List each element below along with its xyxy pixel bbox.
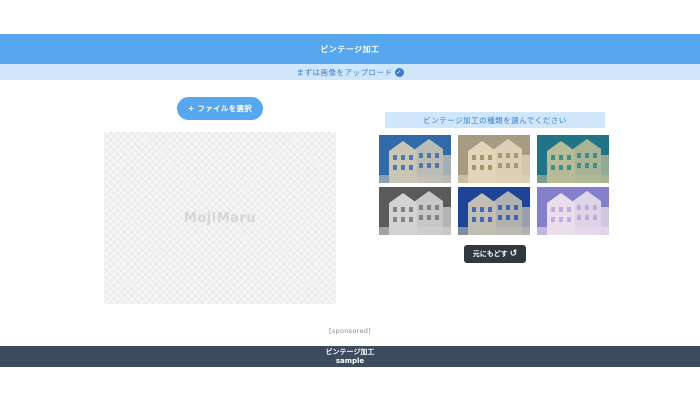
filter-thumbnail[interactable] (379, 187, 451, 235)
select-file-label: + ファイルを選択 (187, 104, 253, 113)
filter-selection-label: ビンテージ加工の種類を選んでください (385, 112, 605, 128)
filter-thumbnail[interactable] (458, 135, 530, 183)
sponsored-label: [sponsored] (329, 327, 371, 335)
filter-thumbnail[interactable] (379, 135, 451, 183)
filter-thumbnail[interactable] (458, 187, 530, 235)
footer-title: ビンテージ加工 (325, 347, 375, 356)
page-header: ビンテージ加工 (0, 34, 700, 64)
filter-selection-text: ビンテージ加工の種類を選んでください (423, 115, 567, 125)
check-circle-icon: ✓ (394, 67, 404, 77)
upload-instruction-text: まずは画像をアップロード (296, 67, 393, 77)
filter-thumbnail[interactable] (537, 187, 609, 235)
select-file-button[interactable]: + ファイルを選択 (177, 97, 263, 120)
page-footer: ビンテージ加工 sample (0, 346, 700, 367)
filter-thumbnail[interactable] (537, 135, 609, 183)
filter-thumbnail-grid (379, 135, 611, 236)
upload-instruction-bar: まずは画像をアップロード ✓ (0, 64, 700, 80)
revert-label: 元にもどす (472, 250, 508, 258)
preview-watermark-logo: MojiMaru (183, 210, 257, 226)
undo-icon: ↺ (509, 249, 518, 259)
footer-subtitle: sample (335, 356, 365, 365)
page-title: ビンテージ加工 (320, 44, 380, 54)
revert-button[interactable]: 元にもどす ↺ (464, 245, 526, 263)
image-preview-area: MojiMaru (104, 132, 336, 304)
